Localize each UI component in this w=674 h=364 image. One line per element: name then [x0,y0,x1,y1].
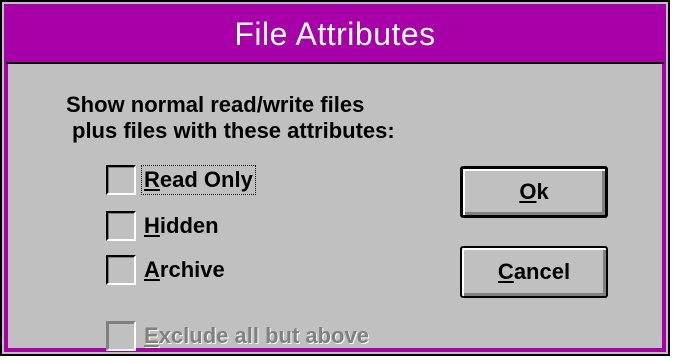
archive-checkbox[interactable]: Archive [106,254,227,286]
title-bar[interactable]: File Attributes [6,6,664,64]
ok-button-label: Ok [519,179,549,204]
read-only-label[interactable]: Read Only [141,165,256,195]
exclude-checkbox-box [106,321,136,351]
hidden-checkbox-box[interactable] [106,211,136,241]
cancel-button[interactable]: Cancel [460,246,608,298]
read-only-checkbox[interactable]: Read Only [106,164,256,196]
description-line-2: plus files with these attributes: [72,118,395,143]
dialog-title: File Attributes [234,15,436,52]
file-attributes-dialog: File Attributes Show normal read/write f… [0,0,670,356]
cancel-button-label: Cancel [497,259,571,284]
archive-label[interactable]: Archive [142,256,227,284]
hidden-checkbox[interactable]: Hidden [106,210,221,242]
ok-button[interactable]: Ok [460,166,608,218]
archive-checkbox-box[interactable] [106,255,136,285]
exclude-label: Exclude all but above [144,323,369,348]
hidden-label[interactable]: Hidden [142,212,221,240]
read-only-checkbox-box[interactable] [106,165,136,195]
exclude-all-but-above-checkbox: Exclude all but above [106,320,371,352]
description-line-1: Show normal read/write files [66,92,365,117]
